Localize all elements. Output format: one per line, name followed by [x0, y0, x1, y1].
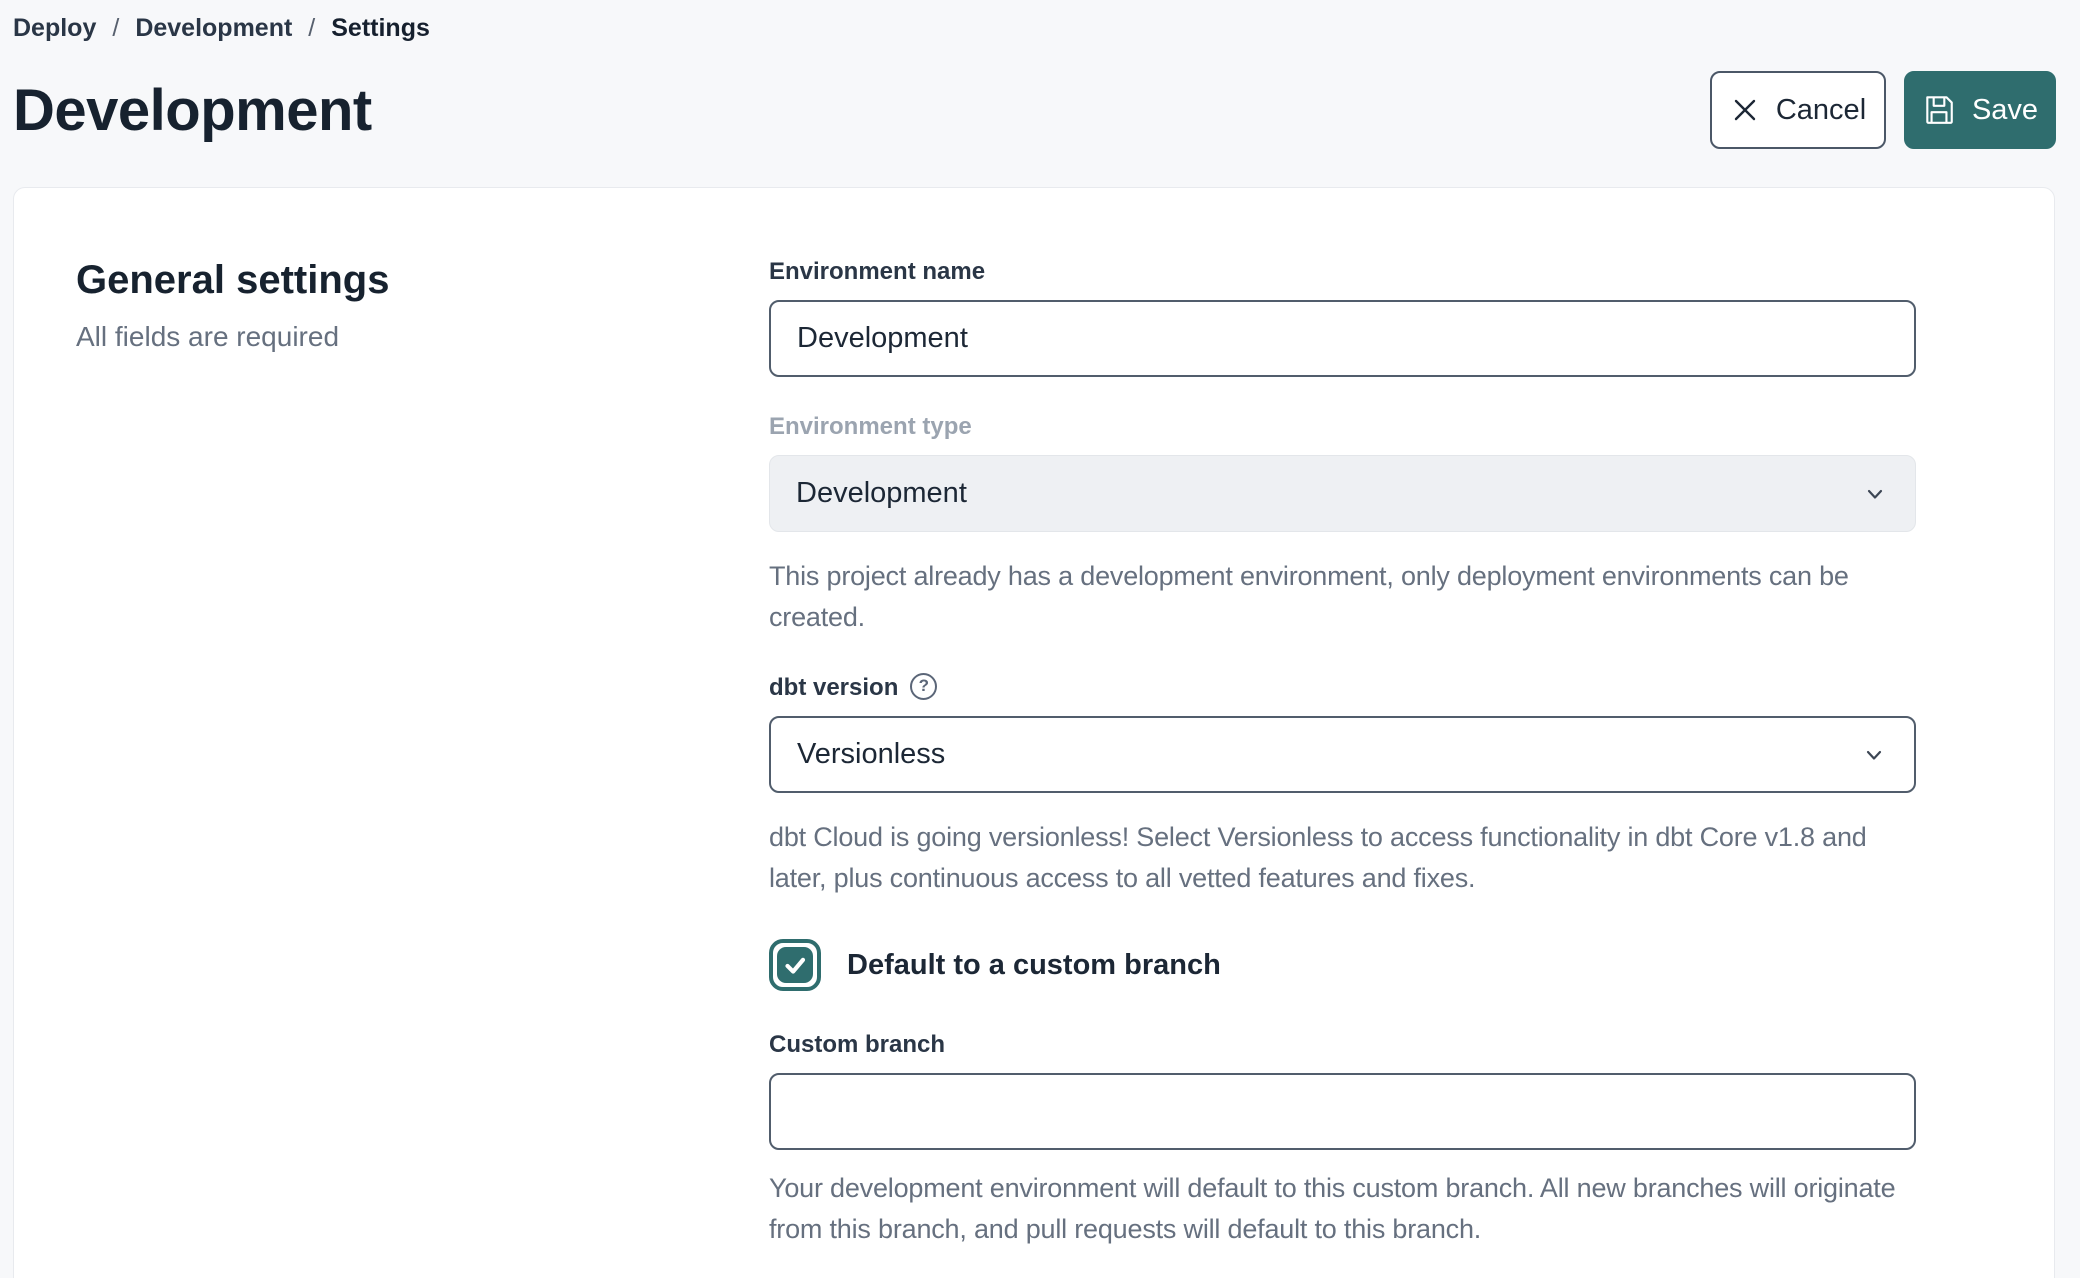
environment-type-value: Development	[796, 477, 967, 510]
cancel-button[interactable]: Cancel	[1710, 71, 1886, 149]
section-subheading: All fields are required	[76, 321, 769, 353]
general-settings-card: General settings All fields are required…	[13, 187, 2055, 1278]
dbt-version-select[interactable]: Versionless	[769, 716, 1916, 793]
dbt-version-label-text: dbt version	[769, 674, 898, 702]
breadcrumb-development[interactable]: Development	[135, 14, 292, 43]
chevron-down-icon	[1861, 480, 1889, 508]
settings-form: Environment name Environment type Develo…	[769, 258, 1916, 1278]
custom-branch-label: Custom branch	[769, 1031, 1916, 1059]
breadcrumb-separator: /	[308, 14, 315, 43]
breadcrumb-deploy[interactable]: Deploy	[13, 14, 96, 43]
custom-branch-toggle-row: Default to a custom branch	[769, 939, 1916, 991]
custom-branch-checkbox[interactable]	[769, 939, 821, 991]
save-button-label: Save	[1972, 94, 2038, 127]
breadcrumb-separator: /	[112, 14, 119, 43]
cancel-button-label: Cancel	[1776, 94, 1866, 127]
custom-branch-toggle-label[interactable]: Default to a custom branch	[847, 949, 1221, 982]
environment-type-help-text: This project already has a development e…	[769, 556, 1916, 638]
save-button[interactable]: Save	[1904, 71, 2056, 149]
custom-branch-input[interactable]	[769, 1073, 1916, 1150]
chevron-down-icon	[1860, 741, 1888, 769]
save-icon	[1922, 93, 1956, 127]
header-actions: Cancel Save	[1710, 71, 2056, 149]
dbt-version-value: Versionless	[797, 738, 945, 771]
dbt-version-help-text: dbt Cloud is going versionless! Select V…	[769, 817, 1916, 899]
environment-settings-page: Deploy / Development / Settings Developm…	[0, 0, 2080, 1278]
help-icon[interactable]: ?	[910, 673, 937, 700]
custom-branch-help-text: Your development environment will defaul…	[769, 1168, 1916, 1250]
breadcrumb-settings: Settings	[331, 14, 430, 43]
section-info: General settings All fields are required	[74, 258, 769, 1278]
checkmark-icon	[777, 947, 813, 983]
dbt-version-label: dbt version ?	[769, 674, 1916, 702]
section-heading: General settings	[76, 258, 769, 303]
environment-name-input[interactable]	[769, 300, 1916, 377]
environment-type-select: Development	[769, 455, 1916, 532]
page-title: Development	[13, 77, 372, 144]
environment-name-label: Environment name	[769, 258, 1916, 286]
breadcrumb: Deploy / Development / Settings	[13, 10, 2056, 43]
close-icon	[1730, 95, 1760, 125]
environment-type-label: Environment type	[769, 413, 1916, 441]
page-header: Development Cancel Save	[13, 71, 2056, 149]
